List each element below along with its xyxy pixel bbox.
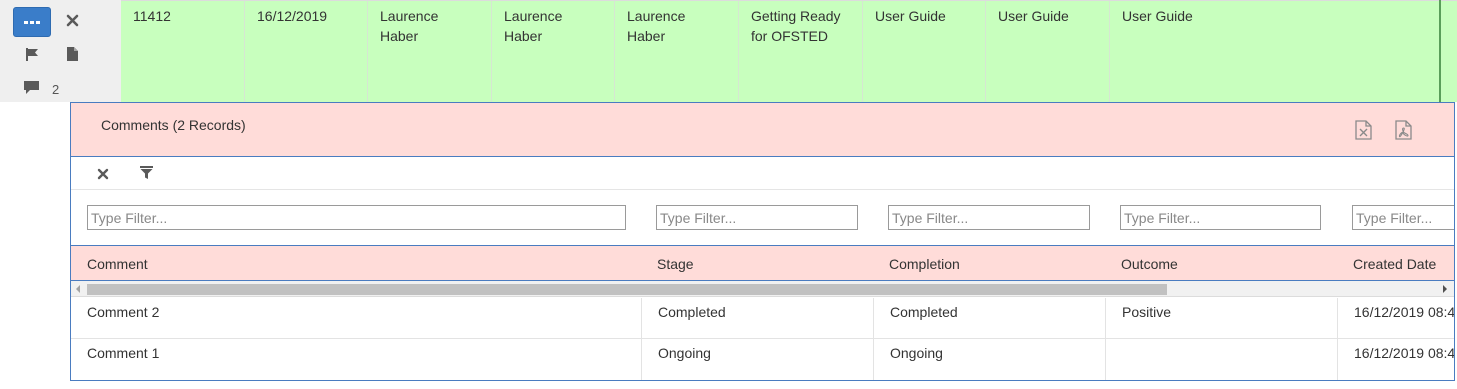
excel-export-icon[interactable]	[1355, 120, 1372, 143]
column-header-created-date[interactable]: Created Date	[1353, 256, 1436, 272]
comments-panel-header: Comments (2 Records)	[71, 103, 1454, 157]
column-header-completion[interactable]: Completion	[889, 256, 960, 272]
cell-guide-3[interactable]: User Guide	[1109, 1, 1439, 103]
cell-person-2[interactable]: Laurence Haber	[491, 1, 614, 103]
cell-person-3[interactable]: Laurence Haber	[614, 1, 738, 103]
comments-panel-title: Comments (2 Records)	[101, 117, 246, 133]
parent-row-cells: 11412 16/12/2019 Laurence Haber Laurence…	[121, 0, 1457, 103]
flag-icon[interactable]	[25, 48, 39, 64]
scroll-right-arrow-icon[interactable]	[1443, 285, 1447, 293]
filter-row	[71, 190, 1454, 246]
comment-icon[interactable]	[24, 81, 39, 97]
file-icon[interactable]	[67, 47, 78, 64]
clear-filter-icon[interactable]	[97, 167, 109, 183]
created-date-cell: 16/12/2019 08:4	[1337, 298, 1454, 339]
cell-guide-2[interactable]: User Guide	[985, 1, 1109, 103]
cell-person-1[interactable]: Laurence Haber	[367, 1, 491, 103]
cell-id[interactable]: 11412	[121, 1, 244, 103]
column-header-comment[interactable]: Comment	[87, 256, 148, 272]
row-edge-divider	[1439, 0, 1441, 102]
stage-filter-input[interactable]	[656, 205, 858, 230]
cell-date[interactable]: 16/12/2019	[244, 1, 367, 103]
row-actions-cell: 2	[0, 0, 121, 102]
comment-count: 2	[52, 82, 60, 97]
comment-filter-input[interactable]	[87, 205, 626, 230]
close-icon[interactable]	[66, 14, 79, 30]
scrollbar-thumb[interactable]	[87, 284, 1167, 295]
completion-cell: Completed	[873, 298, 1105, 339]
filter-icon[interactable]	[140, 166, 153, 182]
table-row[interactable]: Comment 2 Completed Completed Positive 1…	[71, 298, 1454, 339]
pdf-export-icon[interactable]	[1395, 120, 1412, 143]
more-options-button[interactable]	[13, 7, 51, 37]
horizontal-scrollbar[interactable]	[71, 281, 1454, 297]
cell-title[interactable]: Getting Ready for OFSTED	[738, 1, 862, 103]
completion-filter-input[interactable]	[888, 205, 1090, 230]
comments-toolbar	[71, 157, 1454, 190]
comments-panel: Comments (2 Records) Comment Stage Compl…	[70, 102, 1455, 381]
outcome-cell: Positive	[1105, 298, 1337, 339]
created-date-filter-input[interactable]	[1352, 205, 1454, 230]
column-header-row: Comment Stage Completion Outcome Created…	[71, 246, 1454, 281]
cell-guide-1[interactable]: User Guide	[862, 1, 985, 103]
column-header-outcome[interactable]: Outcome	[1121, 256, 1178, 272]
scroll-left-arrow-icon[interactable]	[76, 285, 80, 293]
outcome-filter-input[interactable]	[1120, 205, 1321, 230]
parent-record-row: 2 11412 16/12/2019 Laurence Haber Lauren…	[0, 0, 1457, 103]
outcome-cell	[1105, 339, 1337, 380]
table-row[interactable]: Comment 1 Ongoing Ongoing 16/12/2019 08:…	[71, 339, 1454, 380]
column-header-stage[interactable]: Stage	[657, 256, 694, 272]
stage-cell: Completed	[641, 298, 873, 339]
created-date-cell: 16/12/2019 08:4	[1337, 339, 1454, 380]
completion-cell: Ongoing	[873, 339, 1105, 380]
more-icon	[24, 20, 28, 24]
stage-cell: Ongoing	[641, 339, 873, 380]
comment-cell: Comment 2	[87, 304, 160, 320]
comment-cell: Comment 1	[87, 345, 160, 361]
